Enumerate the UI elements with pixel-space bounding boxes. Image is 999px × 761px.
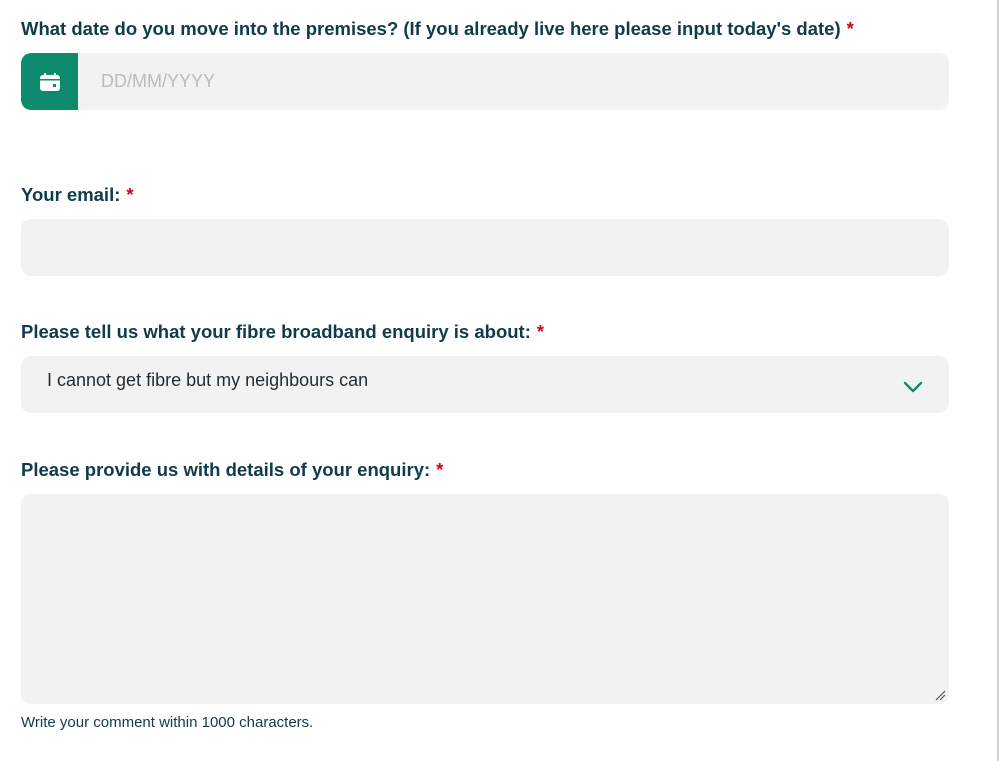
enquiry-type-label: Please tell us what your fibre broadband… — [21, 321, 545, 342]
required-asterisk: * — [436, 459, 444, 480]
email-field: Your email: * — [21, 183, 949, 276]
details-textarea[interactable] — [21, 494, 949, 704]
move-date-field: What date do you move into the premises?… — [21, 17, 949, 110]
resize-handle-icon[interactable] — [934, 689, 946, 701]
calendar-button[interactable] — [21, 53, 78, 110]
enquiry-type-field: Please tell us what your fibre broadband… — [21, 320, 949, 413]
email-label: Your email: * — [21, 184, 134, 205]
enquiry-type-selected-value: I cannot get fibre but my neighbours can — [47, 370, 369, 390]
details-field: Please provide us with details of your e… — [21, 458, 949, 731]
email-input[interactable] — [21, 219, 949, 276]
move-date-label: What date do you move into the premises?… — [21, 18, 854, 39]
required-asterisk: * — [126, 184, 134, 205]
move-date-input[interactable] — [78, 53, 949, 110]
move-date-input-group — [21, 53, 949, 110]
required-asterisk: * — [536, 321, 545, 342]
required-asterisk: * — [846, 18, 854, 39]
calendar-icon — [39, 72, 60, 91]
chevron-down-icon — [903, 381, 923, 392]
details-label: Please provide us with details of your e… — [21, 459, 444, 480]
email-input-box — [21, 219, 949, 276]
details-helper-text: Write your comment within 1000 character… — [21, 714, 314, 731]
enquiry-type-select[interactable]: I cannot get fibre but my neighbours can — [21, 356, 949, 413]
details-textarea-box — [21, 494, 949, 704]
